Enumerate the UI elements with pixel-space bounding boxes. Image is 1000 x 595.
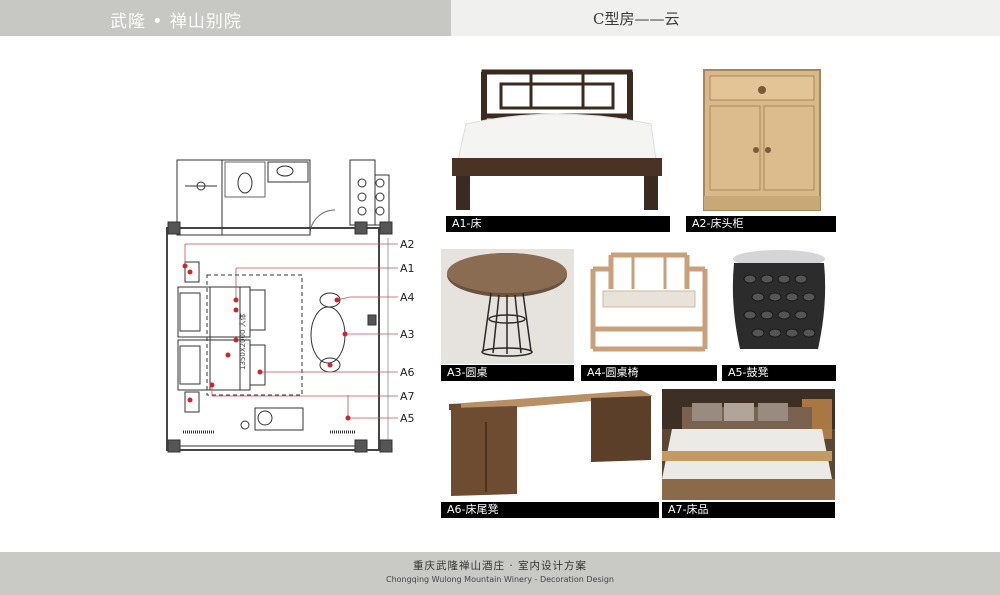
armchair-image xyxy=(581,249,717,364)
caption-a6: A6-床尾凳 xyxy=(441,502,659,518)
bed-dimension-text: 1350X2000 人体 xyxy=(238,313,247,370)
plan-label-a7: A7 xyxy=(400,390,415,403)
plan-label-a5: A5 xyxy=(400,412,415,425)
project-title: 武隆 • 禅山别院 xyxy=(110,12,242,32)
caption-a3: A3-圆桌 xyxy=(441,365,574,381)
bed-image xyxy=(446,64,670,216)
round-table-image xyxy=(441,249,574,364)
caption-a1: A1-床 xyxy=(446,216,670,232)
footer-chinese-title: 重庆武隆禅山酒庄 · 室内设计方案 xyxy=(412,560,587,572)
floor-plan: A2 A1 A4 A3 A6 A7 A5 1350X2000 人体 xyxy=(166,159,415,453)
caption-a4: A4-圆桌椅 xyxy=(581,365,717,381)
caption-a7: A7-床品 xyxy=(662,502,835,518)
plan-label-a2: A2 xyxy=(400,238,415,251)
caption-a5: A5-鼓凳 xyxy=(722,365,836,381)
drum-stool-image xyxy=(722,249,836,364)
caption-a2: A2-床头柜 xyxy=(686,216,836,232)
bench-image xyxy=(441,382,659,500)
nightstand-image xyxy=(686,64,836,216)
bedding-image xyxy=(662,389,835,500)
header-bar: 武隆 • 禅山别院 C型房——云 xyxy=(0,0,1000,36)
plan-label-a3: A3 xyxy=(400,328,415,341)
footer-english-title: Chongqing Wulong Mountain Winery - Decor… xyxy=(385,575,614,584)
room-type-title: C型房——云 xyxy=(593,10,680,28)
plan-label-a6: A6 xyxy=(400,366,415,379)
plan-label-a1: A1 xyxy=(400,262,415,275)
plan-label-a4: A4 xyxy=(400,291,415,304)
header-right-panel xyxy=(451,0,1000,36)
